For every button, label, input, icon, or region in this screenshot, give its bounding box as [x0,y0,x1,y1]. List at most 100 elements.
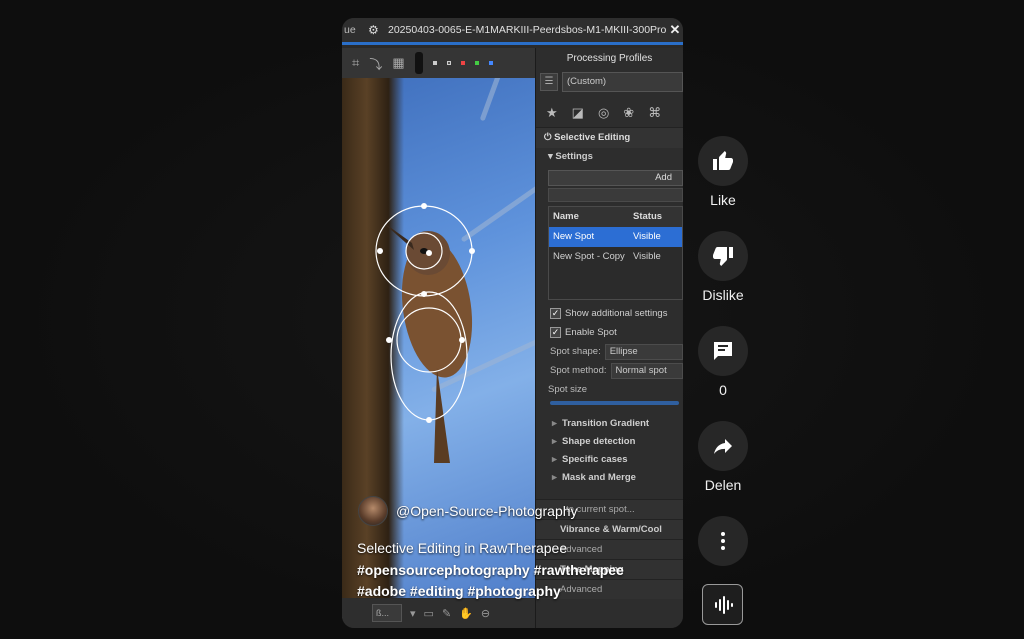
bird-with-spots [375,203,475,463]
preview-mode-icon[interactable] [474,61,479,65]
dislike-action: Dislike [697,231,749,307]
mask-and-merge-expander[interactable]: ▸ Mask and Merge [536,469,683,487]
thumbs-down-icon [713,247,733,266]
transition-gradient-expander[interactable]: ▸ Transition Gradient [536,415,683,433]
action-rail: Like Dislike 0 Delen [697,136,749,566]
thumbs-up-icon [713,151,733,170]
profile-list-icon[interactable]: ☰ [540,73,558,91]
more-vertical-icon [721,532,725,550]
spot-action-bar[interactable] [548,188,683,202]
table-row[interactable]: New Spot - Copy Visible [549,247,682,267]
color-tab-icon[interactable]: ❀ [623,105,634,121]
shape-detection-expander[interactable]: ▸ Shape detection [536,433,683,451]
settings-label: Settings [555,151,593,162]
settings-expander[interactable]: ▾ Settings [536,148,683,166]
spot-method-select[interactable]: Normal spot [610,362,683,379]
local-tab-icon[interactable]: ⌘ [648,105,661,121]
comments-action: 0 [697,326,749,402]
share-label: Delen [704,477,742,493]
spot-shape-label: Spot shape: [550,346,601,357]
add-spot-button[interactable]: Add [548,170,683,186]
gear-icon: ⚙ [368,23,379,37]
spot-size-slider[interactable] [550,401,679,405]
column-status[interactable]: Status [629,207,682,227]
spot-name: New Spot - Copy [553,251,625,262]
specific-cases-expander[interactable]: ▸ Specific cases [536,451,683,469]
table-header: Name Status [549,207,682,227]
preview-mode-icon[interactable] [460,61,465,65]
bird-shape [380,220,473,463]
channel-info: @Open-Source-Photography [358,496,578,526]
group-label: Transition Gradient [562,418,650,429]
detail-tab-icon[interactable]: ◎ [598,105,609,121]
perspective-icon[interactable]: ▦ [392,55,404,71]
selective-editing-title: Selective Editing [554,132,631,143]
audio-track-button[interactable] [702,584,743,625]
zoom-out-icon[interactable]: ⊖ [481,607,490,620]
comment-icon [714,342,732,360]
spot-method-label: Spot method: [550,365,607,376]
selective-editing-header[interactable]: ⏻ Selective Editing [536,128,683,148]
straighten-icon[interactable]: ⤵ [369,54,382,73]
editor-toolbar: ⌗ ⤵ ▦ [342,48,535,78]
comments-button[interactable] [698,326,748,376]
photo-preview[interactable] [342,78,535,618]
like-button[interactable] [698,136,748,186]
comments-count: 0 [719,382,727,398]
processing-profiles-header: Processing Profiles [566,53,653,64]
preview-mode-icon[interactable] [488,61,493,65]
video-caption: Selective Editing in RawTherapee #openso… [357,538,624,603]
more-options-button[interactable] [698,516,748,566]
show-additional-label: Show additional settings [565,308,668,319]
profile-select[interactable]: (Custom) [562,72,683,92]
caption-hashtags[interactable]: #adobe #editing #photography [357,581,624,603]
dislike-label: Dislike [702,287,744,303]
spot-table: Name Status New Spot Visible New Spot - … [548,206,683,300]
eyedropper-icon[interactable]: ✎ [442,607,451,620]
hand-icon[interactable]: ✋ [459,607,473,620]
zoom-select[interactable]: ß... [372,604,402,622]
close-tab-button[interactable]: ✕ [667,22,683,38]
spot-status: Visible [633,231,661,242]
crop-icon[interactable]: ⌗ [352,55,359,71]
previous-tab-fragment[interactable]: ue [342,24,360,36]
file-tab-title[interactable]: 20250403-0065-E-M1MARKIII-Peerdsbos-M1-M… [388,24,667,36]
table-row[interactable]: New Spot Visible [549,227,682,247]
spot-name: New Spot [553,231,595,242]
share-arrow-icon [714,439,732,454]
color-picker-icon[interactable] [414,52,423,74]
column-name[interactable]: Name [549,207,629,227]
more-action [697,516,749,566]
preview-mode-icon[interactable] [432,61,437,65]
caption-title: Selective Editing in RawTherapee [357,540,568,556]
checkmark-icon: ✓ [550,327,561,338]
window-title-bar: ue ⚙ 20250403-0065-E-M1MARKIII-Peerdsbos… [342,18,683,45]
caption-hashtags[interactable]: #opensourcephotography #rawtherapee [357,560,624,582]
group-label: Shape detection [562,436,636,447]
share-action: Delen [697,421,749,497]
shorts-player-page: ue ⚙ 20250403-0065-E-M1MARKIII-Peerdsbos… [0,0,1024,639]
bottom-toolbar: ß... ▾ ▭ ✎ ✋ ⊖ [342,598,535,628]
share-button[interactable] [698,421,748,471]
preview-mode-icon[interactable] [446,61,451,65]
channel-handle[interactable]: @Open-Source-Photography [396,503,578,519]
tool-tabs: ★ ◪ ◎ ❀ ⌘ [536,98,683,128]
enable-spot-label: Enable Spot [565,327,617,338]
like-label: Like [710,192,736,208]
spot-status: Visible [633,251,661,262]
like-action: Like [697,136,749,212]
channel-avatar[interactable] [358,496,388,526]
show-additional-checkbox[interactable]: ✓ Show additional settings [536,304,683,323]
spot-shape-select[interactable]: Ellipse [604,343,683,360]
dislike-button[interactable] [698,231,748,281]
favorites-tab-icon[interactable]: ★ [546,105,558,121]
checkmark-icon: ✓ [550,308,561,319]
enable-spot-checkbox[interactable]: ✓ Enable Spot [536,323,683,342]
exposure-tab-icon[interactable]: ◪ [572,105,584,121]
folder-icon[interactable]: ▭ [424,607,434,620]
short-video[interactable]: ue ⚙ 20250403-0065-E-M1MARKIII-Peerdsbos… [342,18,683,628]
group-label: Specific cases [562,454,628,465]
dropdown-arrow-icon[interactable]: ▾ [410,607,416,620]
group-label: Mask and Merge [562,472,636,483]
audio-waveform-icon [714,595,733,614]
